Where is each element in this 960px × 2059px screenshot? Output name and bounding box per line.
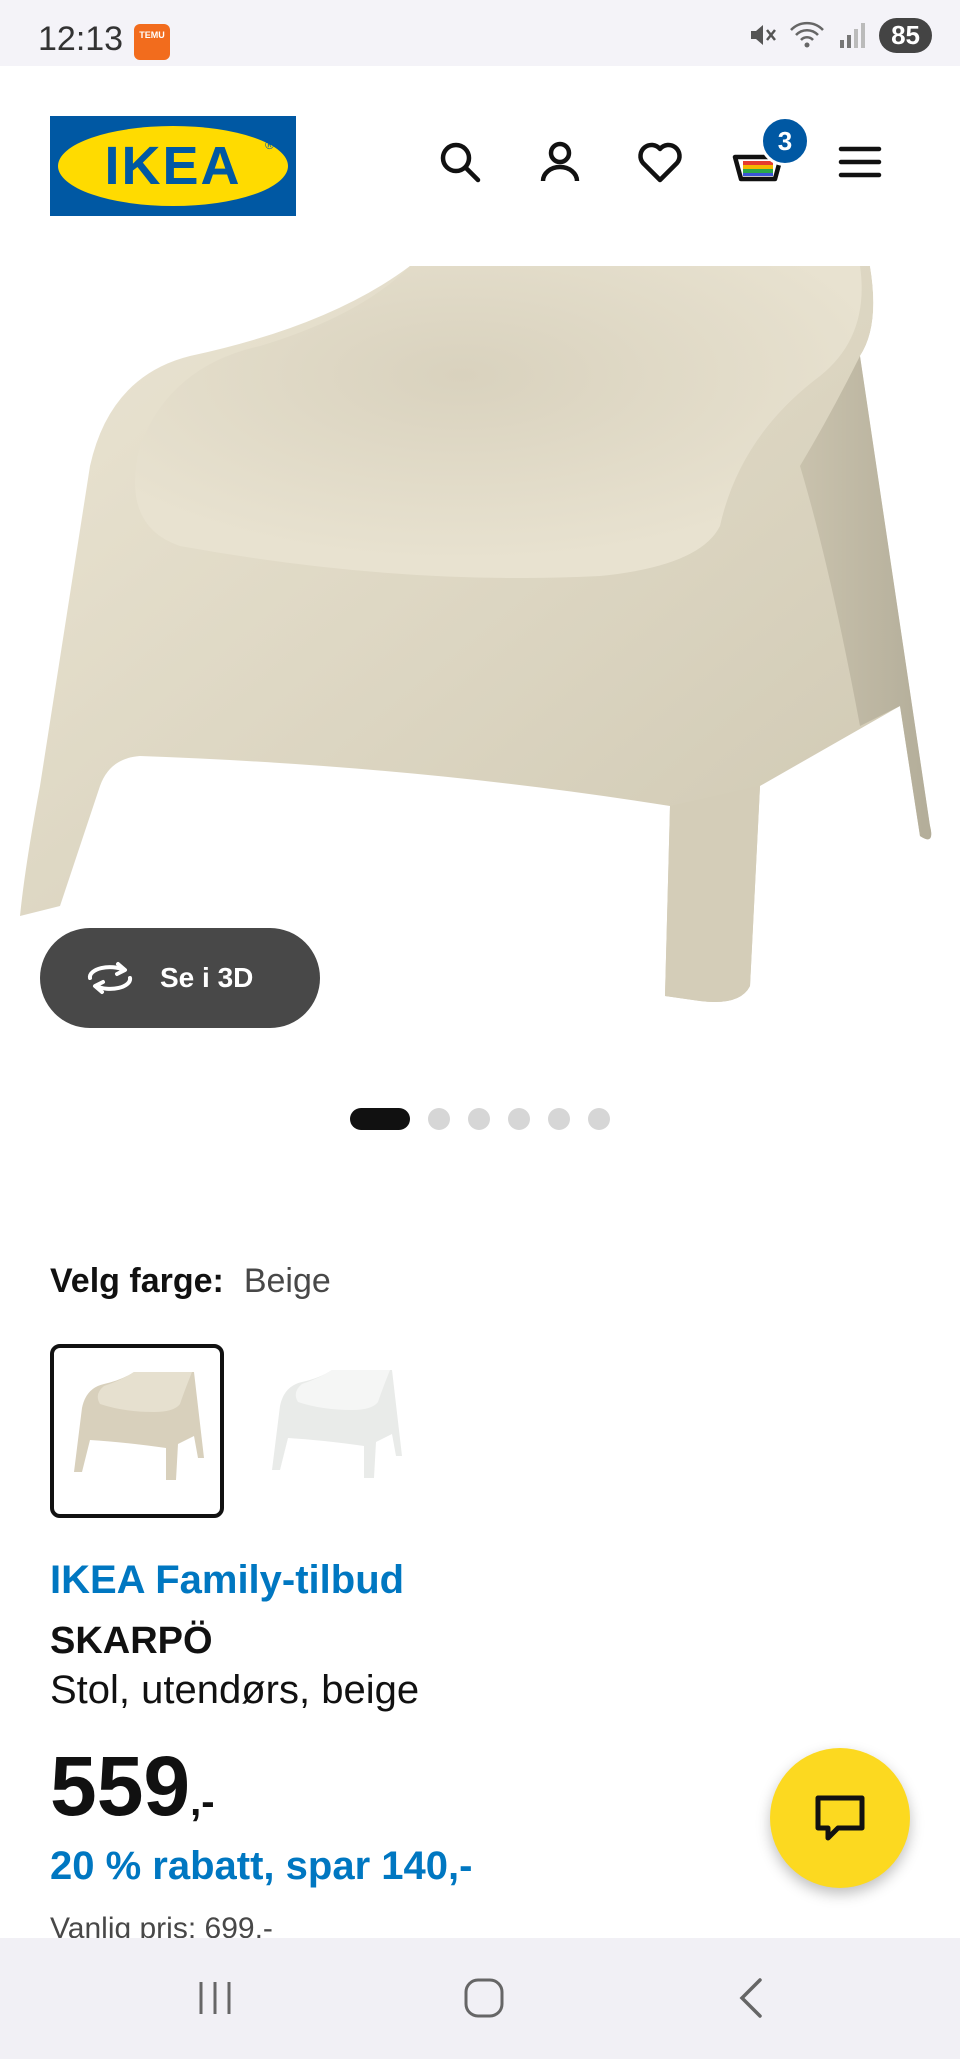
back-icon (739, 1978, 762, 2018)
image-carousel-indicator (0, 1108, 960, 1130)
logo-text: IKEA (104, 136, 242, 196)
menu-button[interactable] (830, 132, 890, 192)
chat-bubble-icon (815, 1795, 865, 1841)
rotate-3d-icon (87, 962, 133, 994)
price-suffix: ,- (190, 1780, 215, 1824)
temu-notification-icon: TEMU (134, 24, 170, 60)
color-label: Velg farge: (50, 1262, 224, 1300)
back-button[interactable] (712, 1968, 792, 2028)
view-in-3d-label: Se i 3D (160, 962, 254, 993)
product-description: Stol, utendørs, beige (50, 1668, 420, 1712)
search-icon (440, 142, 481, 183)
mute-icon (751, 25, 777, 45)
color-selector-heading: Velg farge: Beige (50, 1262, 331, 1301)
beige-chair-thumbnail (74, 1372, 204, 1480)
white-chair-thumbnail (272, 1370, 402, 1478)
search-button[interactable] (430, 132, 490, 192)
discount-text: 20 % rabatt, spar 140,- (50, 1844, 473, 1888)
product-name: SKARPÖ (50, 1620, 213, 1662)
heart-icon (638, 142, 682, 183)
regular-price: Vanlig pris: 699,- (50, 1912, 273, 1940)
account-button[interactable] (530, 132, 590, 192)
status-indicators: 85 (747, 17, 932, 53)
ikea-logo[interactable]: IKEA ® (50, 116, 296, 216)
carousel-dot[interactable] (508, 1108, 530, 1130)
wifi-icon (790, 21, 824, 48)
signal-icon (840, 23, 866, 48)
color-swatch-white[interactable] (248, 1344, 422, 1518)
carousel-dot[interactable] (588, 1108, 610, 1130)
status-time: 12:13 (38, 20, 124, 58)
wishlist-button[interactable] (630, 132, 690, 192)
status-bar: 12:13 TEMU 85 (0, 0, 960, 66)
recent-apps-button[interactable] (175, 1968, 255, 2028)
home-button[interactable] (444, 1968, 524, 2028)
carousel-dot[interactable] (548, 1108, 570, 1130)
color-swatch-beige[interactable] (50, 1344, 224, 1518)
view-in-3d-button[interactable]: Se i 3D (40, 928, 320, 1028)
color-value: Beige (243, 1262, 331, 1300)
chat-button[interactable] (770, 1748, 910, 1888)
cart-count-badge: 3 (760, 116, 810, 166)
price-value: 559 (50, 1739, 191, 1833)
system-navigation-bar (0, 1938, 960, 2059)
temu-label: TEMU (139, 30, 165, 40)
registered-mark: ® (265, 138, 274, 152)
carousel-dot[interactable] (350, 1108, 410, 1130)
price: 559,- (50, 1738, 215, 1835)
hamburger-menu-icon (838, 146, 882, 178)
person-icon (540, 141, 580, 182)
family-offer-label[interactable]: IKEA Family-tilbud (50, 1558, 404, 1603)
recent-apps-icon (199, 1982, 231, 2014)
battery-indicator: 85 (879, 17, 932, 53)
carousel-dot[interactable] (468, 1108, 490, 1130)
carousel-dot[interactable] (428, 1108, 450, 1130)
home-icon (464, 1978, 504, 2018)
site-header: IKEA ® 3 (0, 66, 960, 266)
